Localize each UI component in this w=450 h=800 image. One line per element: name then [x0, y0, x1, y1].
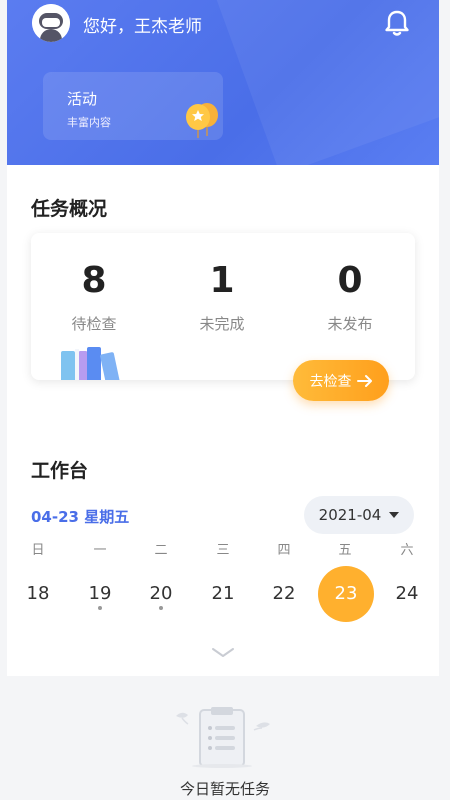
clipboard-icon	[170, 706, 275, 768]
stat-label: 未完成	[199, 315, 245, 333]
current-date: 04-23 星期五	[31, 508, 130, 526]
app-screen: 您好，王杰老师 活动 丰富内容 任务概况 8 待检查 1 未完成 0 未发布 去…	[0, 0, 450, 800]
stat-value: 0	[337, 260, 363, 301]
weekday-label: 日	[31, 543, 45, 558]
chevron-down-icon[interactable]	[211, 644, 235, 657]
weekday-label: 三	[216, 543, 230, 558]
calendar-day[interactable]: 24	[379, 574, 435, 614]
calendar-day[interactable]: 18	[10, 574, 66, 614]
weekday-label: 六	[400, 543, 414, 558]
workbench-title: 工作台	[31, 460, 89, 482]
activity-title: 活动	[67, 90, 98, 108]
stat-label: 未发布	[327, 315, 373, 333]
weekday-label: 五	[338, 543, 352, 558]
stat-unpublished[interactable]: 0 未发布	[300, 259, 400, 334]
stat-value: 8	[81, 260, 107, 301]
stat-pending-check[interactable]: 8 待检查	[44, 259, 144, 334]
avatar-icon	[32, 4, 70, 42]
stat-incomplete[interactable]: 1 未完成	[172, 259, 272, 334]
bell-icon[interactable]	[384, 9, 410, 37]
go-check-button[interactable]: 去检查	[293, 360, 389, 401]
stat-value: 1	[209, 260, 235, 301]
calendar-day[interactable]: 22	[256, 574, 312, 614]
go-check-label: 去检查	[309, 373, 352, 390]
caret-down-icon	[389, 512, 400, 518]
activity-subtitle: 丰富内容	[67, 116, 111, 129]
activity-card[interactable]: 活动 丰富内容	[43, 72, 223, 140]
task-overview-card: 8 待检查 1 未完成 0 未发布	[31, 233, 415, 380]
calendar-day[interactable]: 21	[195, 574, 251, 614]
weekday-label: 四	[277, 543, 291, 558]
header-banner: 您好，王杰老师 活动 丰富内容	[7, 0, 439, 165]
arrow-right-icon	[356, 374, 372, 387]
stat-label: 待检查	[71, 315, 117, 333]
task-overview-title: 任务概况	[31, 198, 108, 220]
calendar-day-selected[interactable]: 23	[318, 566, 374, 622]
task-dot-indicator	[159, 606, 163, 610]
weekday-label: 二	[154, 543, 168, 558]
task-dot-indicator	[98, 606, 102, 610]
month-selector[interactable]: 2021-04	[304, 496, 414, 534]
weekday-label: 一	[93, 543, 107, 558]
balloon-icon	[181, 100, 225, 140]
books-illustration	[59, 341, 131, 380]
empty-state-text: 今日暂无任务	[179, 780, 270, 798]
avatar[interactable]	[32, 4, 70, 42]
greeting-text: 您好，王杰老师	[83, 17, 202, 37]
month-value: 2021-04	[318, 506, 382, 524]
